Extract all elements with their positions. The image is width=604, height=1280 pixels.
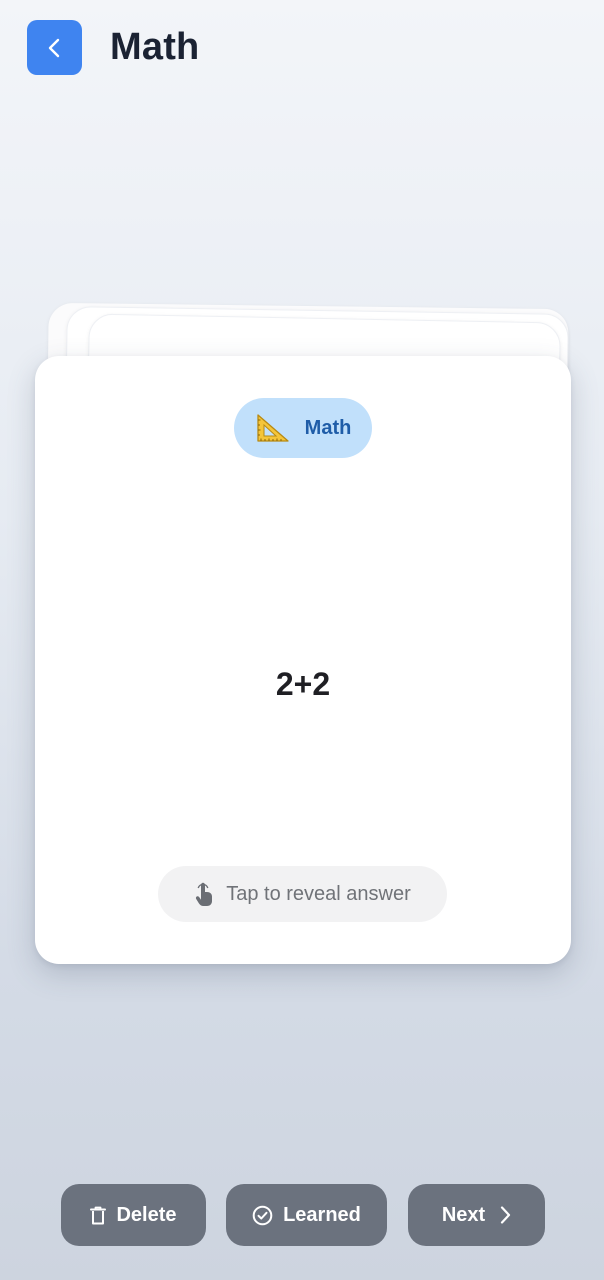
chevron-right-icon [501,1206,511,1224]
check-circle-icon [252,1205,273,1225]
next-label: Next [441,1203,486,1226]
delete-button[interactable]: Delete [61,1184,206,1246]
back-button[interactable] [27,20,82,75]
chevron-left-icon [48,38,59,57]
reveal-answer-label: Tap to reveal answer [226,882,411,905]
learned-button[interactable]: Learned [226,1184,387,1246]
tap-hand-icon [196,882,213,906]
reveal-answer-button[interactable]: Tap to reveal answer [158,866,447,922]
question-text: 2+2 [275,666,331,702]
next-button[interactable]: Next [408,1184,545,1246]
flashcard[interactable]: Math 2+2 Tap to reveal answer [35,356,571,964]
page-title: Math [110,26,200,68]
learned-label: Learned [283,1203,361,1226]
trash-icon [90,1206,107,1224]
category-chip-label: Math [304,416,352,439]
delete-label: Delete [116,1203,177,1226]
triangular-ruler-icon [257,414,289,442]
category-chip[interactable]: Math [234,398,372,458]
